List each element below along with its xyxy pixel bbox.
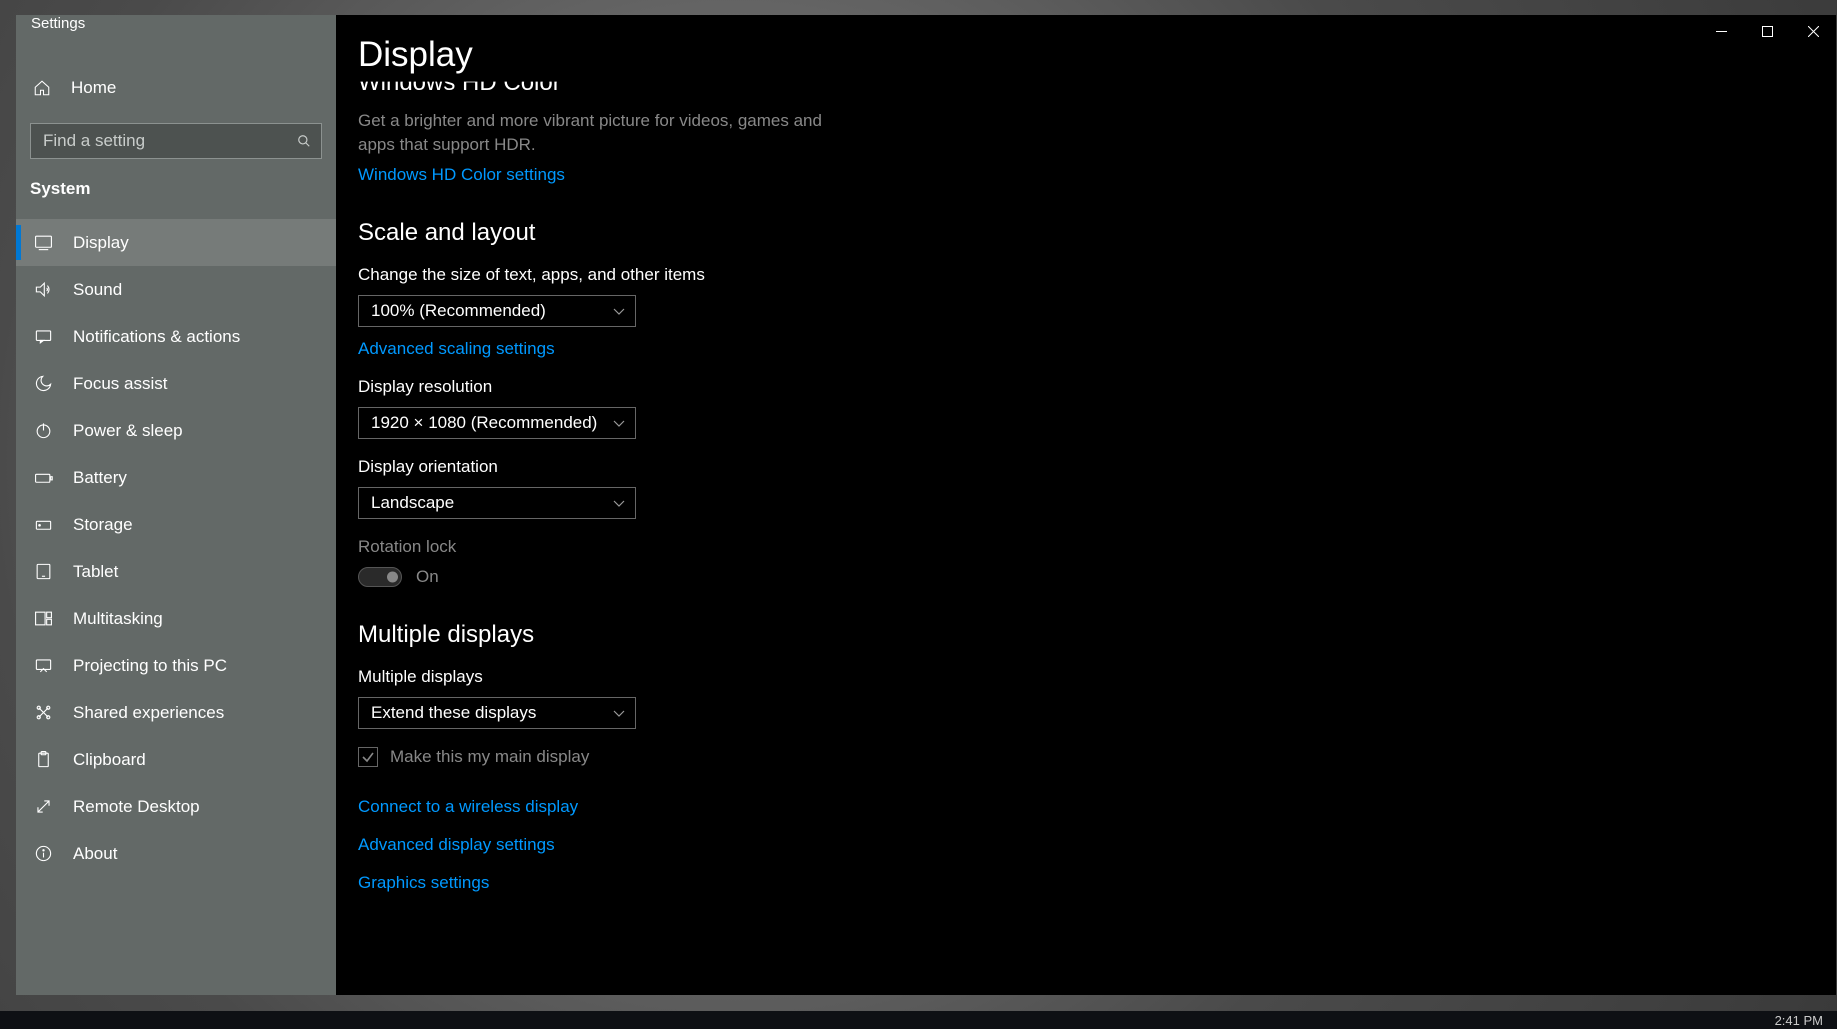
main-content: Display Windows HD Color Get a brighter …: [336, 15, 1836, 995]
scale-size-label: Change the size of text, apps, and other…: [358, 265, 1836, 285]
taskbar[interactable]: 2:41 PM: [0, 1011, 1837, 1029]
home-icon: [33, 79, 51, 97]
sidebar-item-power-sleep[interactable]: Power & sleep: [16, 407, 336, 454]
sidebar-item-label: Display: [73, 233, 129, 253]
chevron-down-icon: [613, 707, 625, 719]
sidebar: Settings Home System Display Sound Notif…: [16, 15, 336, 995]
maximize-button[interactable]: [1744, 15, 1790, 47]
sidebar-item-label: Remote Desktop: [73, 797, 200, 817]
graphics-settings-link[interactable]: Graphics settings: [358, 873, 489, 893]
main-display-label: Make this my main display: [390, 747, 589, 767]
minimize-button[interactable]: [1698, 15, 1744, 47]
sidebar-item-label: About: [73, 844, 117, 864]
search-input-container[interactable]: [30, 123, 322, 159]
sidebar-item-tablet[interactable]: Tablet: [16, 548, 336, 595]
titlebar-buttons: [1698, 15, 1836, 47]
notifications-icon: [33, 327, 53, 346]
chevron-down-icon: [613, 305, 625, 317]
multiple-displays-dropdown[interactable]: Extend these displays: [358, 697, 636, 729]
sidebar-item-sound[interactable]: Sound: [16, 266, 336, 313]
sidebar-section-label: System: [16, 159, 336, 209]
multitasking-icon: [33, 609, 53, 628]
focus-assist-icon: [33, 374, 53, 393]
battery-icon: [33, 468, 53, 487]
advanced-scaling-link[interactable]: Advanced scaling settings: [358, 339, 555, 359]
display-icon: [33, 233, 53, 252]
sidebar-item-remote-desktop[interactable]: Remote Desktop: [16, 783, 336, 830]
sidebar-item-label: Sound: [73, 280, 122, 300]
resolution-dropdown[interactable]: 1920 × 1080 (Recommended): [358, 407, 636, 439]
scale-heading: Scale and layout: [358, 219, 1836, 247]
rotation-lock-label: Rotation lock: [358, 537, 1836, 557]
sidebar-item-notifications[interactable]: Notifications & actions: [16, 313, 336, 360]
shared-experiences-icon: [33, 703, 53, 722]
storage-icon: [33, 515, 53, 534]
scale-size-value: 100% (Recommended): [371, 301, 546, 321]
close-button[interactable]: [1790, 15, 1836, 47]
sidebar-item-label: Battery: [73, 468, 127, 488]
sidebar-item-projecting[interactable]: Projecting to this PC: [16, 642, 336, 689]
sidebar-item-battery[interactable]: Battery: [16, 454, 336, 501]
about-icon: [33, 844, 53, 863]
projecting-icon: [33, 656, 53, 675]
search-input[interactable]: [43, 131, 297, 151]
sound-icon: [33, 280, 53, 299]
settings-window: Settings Home System Display Sound Notif…: [16, 15, 1836, 995]
sidebar-item-multitasking[interactable]: Multitasking: [16, 595, 336, 642]
resolution-label: Display resolution: [358, 377, 1836, 397]
orientation-label: Display orientation: [358, 457, 1836, 477]
hdr-settings-link[interactable]: Windows HD Color settings: [358, 165, 565, 185]
check-icon: [361, 750, 375, 764]
content-area: Display Windows HD Color Get a brighter …: [336, 15, 1836, 893]
taskbar-clock[interactable]: 2:41 PM: [1775, 1013, 1823, 1028]
sidebar-item-storage[interactable]: Storage: [16, 501, 336, 548]
chevron-down-icon: [613, 417, 625, 429]
sidebar-item-label: Notifications & actions: [73, 327, 240, 347]
page-title: Display: [358, 35, 1836, 75]
sidebar-item-shared-experiences[interactable]: Shared experiences: [16, 689, 336, 736]
sidebar-item-label: Tablet: [73, 562, 118, 582]
rotation-lock-state: On: [416, 567, 439, 587]
chevron-down-icon: [613, 497, 625, 509]
sidebar-item-label: Projecting to this PC: [73, 656, 227, 676]
multiple-displays-value: Extend these displays: [371, 703, 536, 723]
remote-desktop-icon: [33, 797, 53, 816]
orientation-value: Landscape: [371, 493, 454, 513]
search-icon: [297, 134, 311, 148]
multiple-displays-heading: Multiple displays: [358, 621, 1836, 649]
sidebar-item-focus-assist[interactable]: Focus assist: [16, 360, 336, 407]
sidebar-item-label: Clipboard: [73, 750, 146, 770]
resolution-value: 1920 × 1080 (Recommended): [371, 413, 597, 433]
home-button[interactable]: Home: [16, 63, 336, 113]
sidebar-item-label: Power & sleep: [73, 421, 183, 441]
orientation-dropdown[interactable]: Landscape: [358, 487, 636, 519]
sidebar-item-label: Shared experiences: [73, 703, 224, 723]
clipboard-icon: [33, 750, 53, 769]
sidebar-item-label: Focus assist: [73, 374, 167, 394]
scale-size-dropdown[interactable]: 100% (Recommended): [358, 295, 636, 327]
hdr-description: Get a brighter and more vibrant picture …: [358, 109, 828, 157]
main-display-checkbox[interactable]: [358, 747, 378, 767]
multiple-displays-label: Multiple displays: [358, 667, 1836, 687]
sidebar-item-label: Storage: [73, 515, 133, 535]
sidebar-item-label: Multitasking: [73, 609, 163, 629]
rotation-lock-toggle[interactable]: [358, 567, 402, 587]
wireless-display-link[interactable]: Connect to a wireless display: [358, 797, 578, 817]
power-icon: [33, 421, 53, 440]
sidebar-item-about[interactable]: About: [16, 830, 336, 877]
window-title: Settings: [16, 15, 336, 35]
home-label: Home: [71, 78, 116, 98]
sidebar-item-display[interactable]: Display: [16, 219, 336, 266]
sidebar-item-clipboard[interactable]: Clipboard: [16, 736, 336, 783]
advanced-display-link[interactable]: Advanced display settings: [358, 835, 555, 855]
tablet-icon: [33, 562, 53, 581]
